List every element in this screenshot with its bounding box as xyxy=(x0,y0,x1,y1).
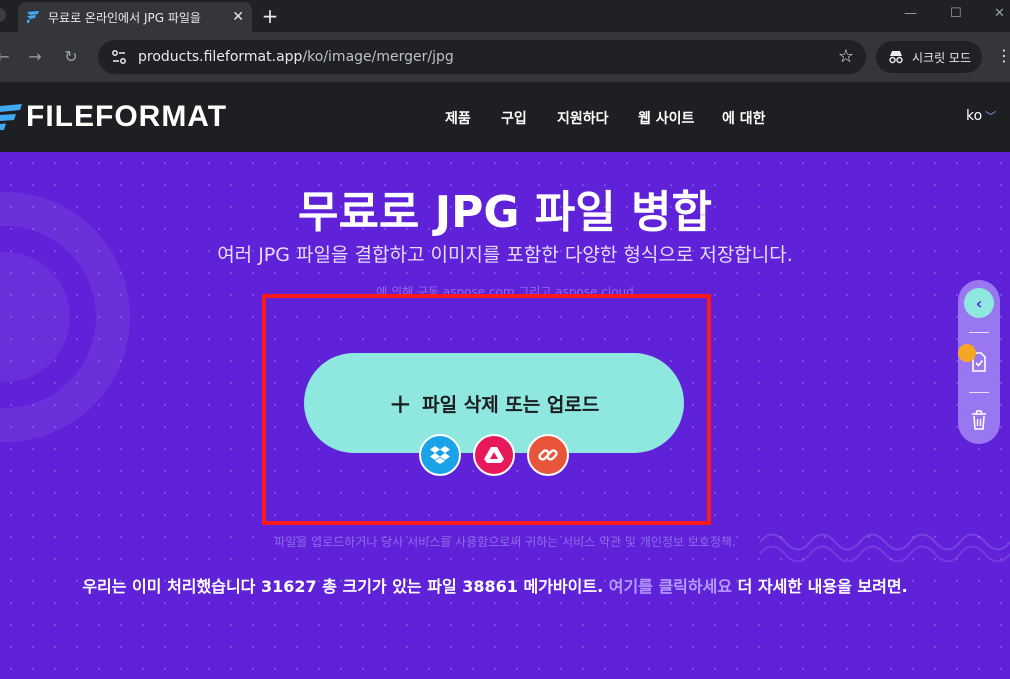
dropbox-button[interactable] xyxy=(419,434,461,476)
maximize-icon[interactable]: ☐ xyxy=(950,6,962,21)
tab-close-icon[interactable]: ✕ xyxy=(232,9,244,25)
new-tab-button[interactable]: + xyxy=(258,4,282,28)
google-drive-icon xyxy=(484,447,504,463)
notification-dot xyxy=(958,344,976,362)
hero-section: 무료로 JPG 파일 병합 여러 JPG 파일을 결합하고 이미지를 포함한 다… xyxy=(0,152,1010,679)
site-settings-icon[interactable] xyxy=(110,48,128,66)
collapse-panel-button[interactable]: ‹ xyxy=(964,288,994,318)
browser-toolbar: ← → ↻ products.fileformat.app/ko/image/m… xyxy=(0,32,1010,82)
browser-tabstrip: 무료로 온라인에서 JPG 파일을 ✕ + — ☐ ✕ xyxy=(0,0,1010,32)
page-subtitle: 여러 JPG 파일을 결합하고 이미지를 포함한 다양한 형식으로 저장합니다. xyxy=(217,244,793,266)
url-host: products.fileformat.app xyxy=(138,49,303,65)
google-drive-button[interactable] xyxy=(473,434,515,476)
window-close-icon[interactable]: ✕ xyxy=(994,6,1005,21)
plus-icon: + xyxy=(388,386,413,420)
incognito-icon xyxy=(889,51,903,64)
browser-tab[interactable]: 무료로 온라인에서 JPG 파일을 ✕ xyxy=(18,2,252,32)
minimize-icon[interactable]: — xyxy=(904,6,917,21)
back-arrow-icon[interactable]: ← xyxy=(0,46,14,68)
tab-search-icon[interactable] xyxy=(0,8,6,22)
dropbox-icon xyxy=(430,446,450,464)
side-divider xyxy=(969,392,989,393)
address-bar[interactable]: products.fileformat.app/ko/image/merger/… xyxy=(98,40,866,74)
reload-icon[interactable]: ↻ xyxy=(60,46,82,68)
chevron-down-icon: ﹀ xyxy=(985,110,997,123)
stats-suffix: 더 자세한 내용을 보려면. xyxy=(737,577,908,596)
stats-prefix: 우리는 이미 처리했습니다 31627 총 크기가 있는 파일 38861 메가… xyxy=(82,577,604,596)
incognito-indicator[interactable]: 시크릿 모드 xyxy=(876,41,982,73)
nav-buy[interactable]: 구입 xyxy=(501,108,527,128)
forward-arrow-icon[interactable]: → xyxy=(24,46,46,68)
nav-products[interactable]: 제품 xyxy=(445,108,471,128)
site-header: FILEFORMAT 제품 구입 지원하다 웹 사이트 에 대한 ko ﹀ xyxy=(0,82,1010,152)
side-divider xyxy=(969,332,989,333)
terms-text: 파일을 업로드하거나 당사 서비스를 사용함으로써 귀하는 서비스 약관 및 개… xyxy=(274,535,736,549)
upload-button-label: 파일 삭제 또는 업로드 xyxy=(422,393,600,416)
browser-menu-icon[interactable]: ⋮ xyxy=(996,46,1010,65)
logo-text: FILEFORMAT xyxy=(26,100,228,133)
processing-stats: 우리는 이미 처리했습니다 31627 총 크기가 있는 파일 38861 메가… xyxy=(0,573,990,597)
fileformat-logo-icon xyxy=(0,104,22,130)
side-toolbar: ‹ xyxy=(958,280,1000,444)
link-icon xyxy=(538,449,558,461)
incognito-label: 시크릿 모드 xyxy=(912,50,972,65)
stats-link[interactable]: 여기를 클릭하세요 xyxy=(609,577,732,596)
tab-title: 무료로 온라인에서 JPG 파일을 xyxy=(48,10,201,25)
nav-websites[interactable]: 웹 사이트 xyxy=(638,108,694,128)
url-path: /ko/image/merger/jpg xyxy=(302,49,454,65)
language-code: ko xyxy=(966,108,983,124)
url-link-button[interactable] xyxy=(527,434,569,476)
language-selector[interactable]: ko ﹀ xyxy=(966,108,996,124)
nav-support[interactable]: 지원하다 xyxy=(557,108,609,128)
fileformat-favicon-icon xyxy=(27,11,39,23)
site-logo[interactable]: FILEFORMAT xyxy=(0,100,227,134)
trash-icon[interactable] xyxy=(969,410,989,430)
url-text: products.fileformat.app/ko/image/merger/… xyxy=(138,49,454,65)
bookmark-star-icon[interactable]: ☆ xyxy=(838,46,854,67)
nav-about[interactable]: 에 대한 xyxy=(722,108,766,128)
page-title: 무료로 JPG 파일 병합 xyxy=(297,187,713,238)
